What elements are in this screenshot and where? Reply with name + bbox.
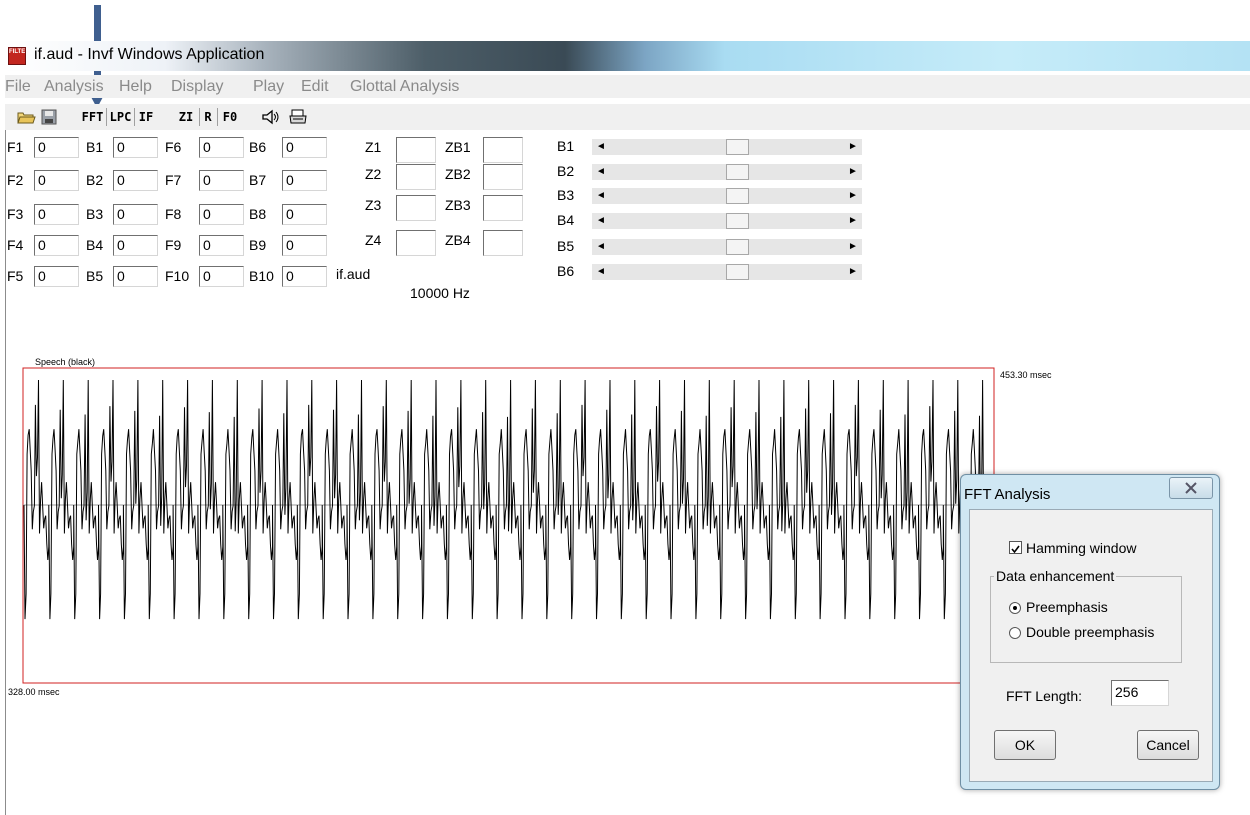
- data-enhancement-group: [990, 576, 1182, 663]
- ok-button[interactable]: OK: [994, 730, 1056, 760]
- preemphasis-radio[interactable]: [1009, 602, 1021, 614]
- window-border: [5, 130, 6, 815]
- speech-waveform: [23, 379, 994, 620]
- fft-analysis-dialog: FFT Analysis Hamming window Data enhance…: [960, 474, 1220, 790]
- preemphasis-label: Preemphasis: [1026, 599, 1108, 615]
- cancel-button[interactable]: Cancel: [1137, 730, 1199, 760]
- dialog-body: Hamming window Data enhancement Preempha…: [969, 509, 1213, 782]
- fft-length-input[interactable]: 256: [1111, 680, 1169, 706]
- close-icon[interactable]: [1169, 477, 1213, 499]
- group-label: Data enhancement: [994, 568, 1117, 584]
- double-preemphasis-radio[interactable]: [1009, 627, 1021, 639]
- hamming-checkbox[interactable]: [1009, 541, 1022, 554]
- fft-length-label: FFT Length:: [1006, 688, 1083, 704]
- dialog-title: FFT Analysis: [964, 486, 1051, 503]
- double-preemphasis-label: Double preemphasis: [1026, 624, 1155, 640]
- hamming-label: Hamming window: [1026, 540, 1137, 556]
